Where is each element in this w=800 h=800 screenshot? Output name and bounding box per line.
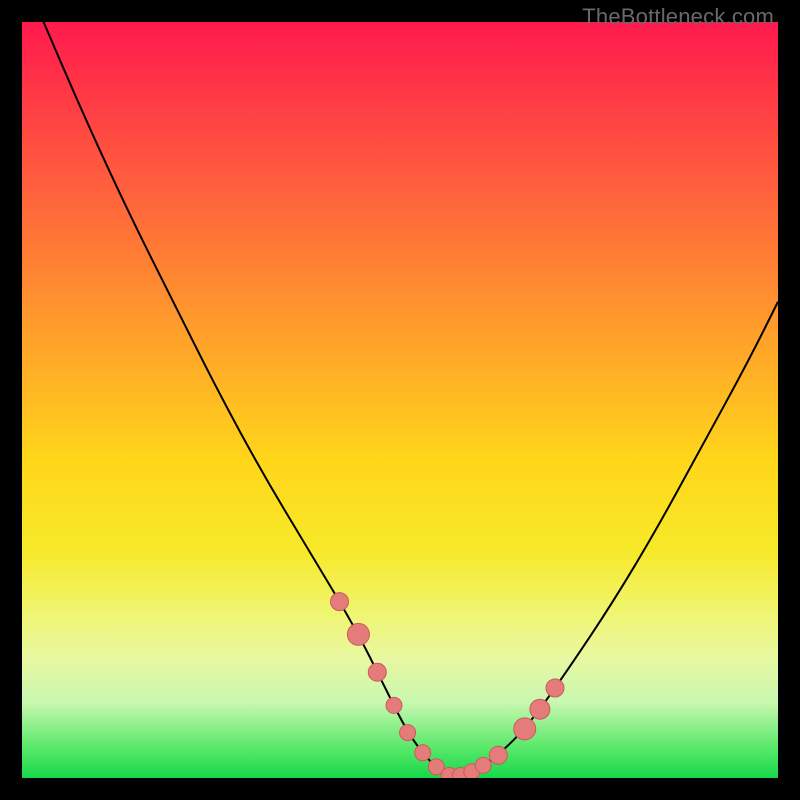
- bead-point: [475, 757, 491, 773]
- bead-point: [415, 745, 431, 761]
- bottleneck-curve: [37, 22, 778, 775]
- chart-frame: TheBottleneck.com: [0, 0, 800, 800]
- bead-point: [546, 679, 564, 697]
- bead-point: [400, 725, 416, 741]
- bead-point: [514, 718, 536, 740]
- bead-point: [386, 697, 402, 713]
- bead-point: [331, 593, 349, 611]
- bead-point: [530, 699, 550, 719]
- bead-point: [368, 663, 386, 681]
- plot-area: [22, 22, 778, 778]
- bead-group: [331, 593, 565, 778]
- watermark-text: TheBottleneck.com: [582, 4, 774, 30]
- bead-point: [347, 623, 369, 645]
- curve-layer: [22, 22, 778, 778]
- bead-point: [489, 746, 507, 764]
